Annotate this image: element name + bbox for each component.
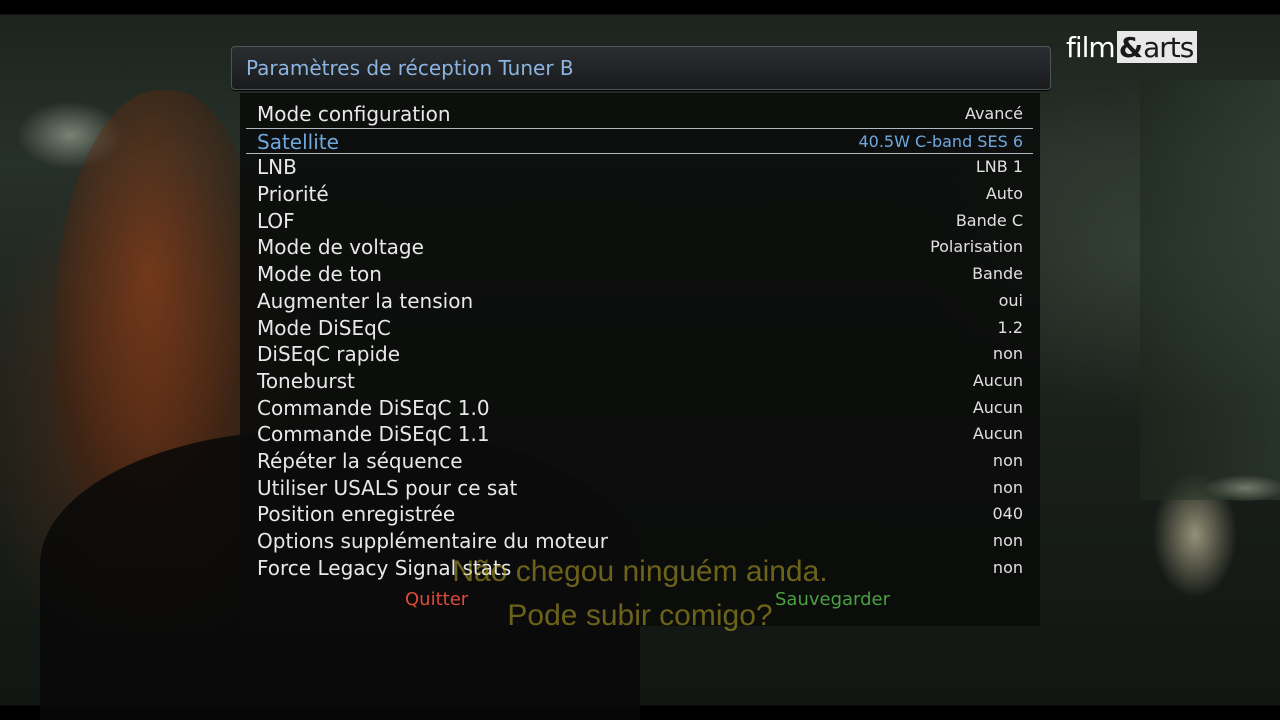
window-title-bar: Paramètres de réception Tuner B: [231, 46, 1051, 90]
settings-row[interactable]: Satellite 40.5W C-band SES 6: [246, 127, 1033, 155]
setting-label: LOF: [257, 208, 295, 233]
setting-value: 1.2: [997, 317, 1023, 337]
background-video-shelf: [1140, 80, 1280, 500]
logo-ampersand: &: [1118, 30, 1143, 64]
settings-panel: Mode configuration Avancé Satellite 40.5W C…: [240, 93, 1040, 626]
setting-label: Position enregistrée: [257, 502, 456, 527]
setting-value: LNB 1: [975, 157, 1023, 177]
setting-label: Toneburst: [257, 368, 355, 393]
setting-value: non: [992, 531, 1023, 550]
logo-arts-text: arts: [1143, 30, 1194, 64]
setting-value: non: [992, 344, 1023, 364]
setting-value: 40.5W C-band SES 6: [858, 131, 1023, 151]
setting-value: non: [992, 557, 1023, 577]
page-title: Paramètres de réception Tuner B: [246, 56, 574, 80]
settings-row[interactable]: Mode DiSEqC 1.2: [246, 315, 1033, 342]
tv-screen: film & arts Paramètres de réception Tune…: [0, 0, 1280, 720]
quit-button[interactable]: Quitter: [405, 589, 468, 610]
settings-row[interactable]: Répéter la séquence non: [246, 448, 1033, 475]
setting-label: Mode de ton: [257, 262, 382, 287]
settings-row[interactable]: Force Legacy Signal stats non: [246, 555, 1033, 582]
settings-row[interactable]: DiSEqC rapide non: [246, 341, 1033, 368]
settings-row[interactable]: Position enregistrée 040: [246, 501, 1033, 528]
settings-row[interactable]: LNB LNB 1: [246, 154, 1033, 181]
setting-label: Commande DiSEqC 1.0: [257, 395, 490, 420]
settings-list: Mode configuration Avancé Satellite 40.5W C…: [246, 101, 1033, 581]
setting-label: Commande DiSEqC 1.1: [257, 422, 490, 447]
setting-label: Mode configuration: [257, 102, 451, 126]
setting-value: Aucun: [972, 370, 1023, 390]
channel-logo: film & arts: [1066, 30, 1198, 64]
setting-value: Bande C: [955, 210, 1023, 230]
setting-value: Avancé: [964, 104, 1023, 123]
settings-row[interactable]: LOF Bande C: [246, 208, 1033, 235]
setting-label: Mode DiSEqC: [257, 315, 391, 340]
settings-row[interactable]: Commande DiSEqC 1.0 Aucun: [246, 395, 1033, 422]
settings-row[interactable]: Priorité Auto: [246, 181, 1033, 208]
settings-row[interactable]: Toneburst Aucun: [246, 368, 1033, 395]
setting-value: oui: [998, 290, 1023, 310]
setting-value: 040: [992, 504, 1023, 524]
settings-row[interactable]: Mode de ton Bande: [246, 261, 1033, 288]
settings-row[interactable]: Options supplémentaire du moteur non: [246, 528, 1033, 555]
setting-value: Bande: [972, 264, 1023, 284]
logo-film-text: film: [1066, 30, 1116, 64]
setting-label: Options supplémentaire du moteur: [257, 529, 608, 553]
setting-label: Mode de voltage: [257, 235, 424, 260]
setting-value: non: [992, 450, 1023, 470]
setting-label: Priorité: [257, 182, 329, 207]
save-button[interactable]: Sauvegarder: [775, 589, 890, 610]
setting-value: Polarisation: [930, 237, 1023, 257]
setting-value: Aucun: [972, 397, 1023, 417]
setting-label: Augmenter la tension: [257, 288, 474, 313]
settings-row[interactable]: Mode configuration Avancé: [246, 101, 1033, 128]
setting-label: Force Legacy Signal stats: [257, 555, 512, 580]
setting-value: Aucun: [972, 424, 1023, 444]
settings-row[interactable]: Commande DiSEqC 1.1 Aucun: [246, 421, 1033, 448]
settings-row[interactable]: Utiliser USALS pour ce sat non: [246, 475, 1033, 502]
setting-label: LNB: [257, 155, 297, 180]
logo-arts-box: & arts: [1116, 30, 1198, 64]
setting-label: Utiliser USALS pour ce sat: [257, 475, 518, 500]
settings-row[interactable]: Mode de voltage Polarisation: [246, 234, 1033, 261]
setting-label: DiSEqC rapide: [257, 342, 401, 367]
setting-value: non: [992, 477, 1023, 497]
settings-row[interactable]: Augmenter la tension oui: [246, 288, 1033, 315]
setting-label: Satellite: [257, 129, 339, 154]
setting-label: Répéter la séquence: [257, 448, 463, 473]
setting-value: Auto: [985, 184, 1023, 204]
